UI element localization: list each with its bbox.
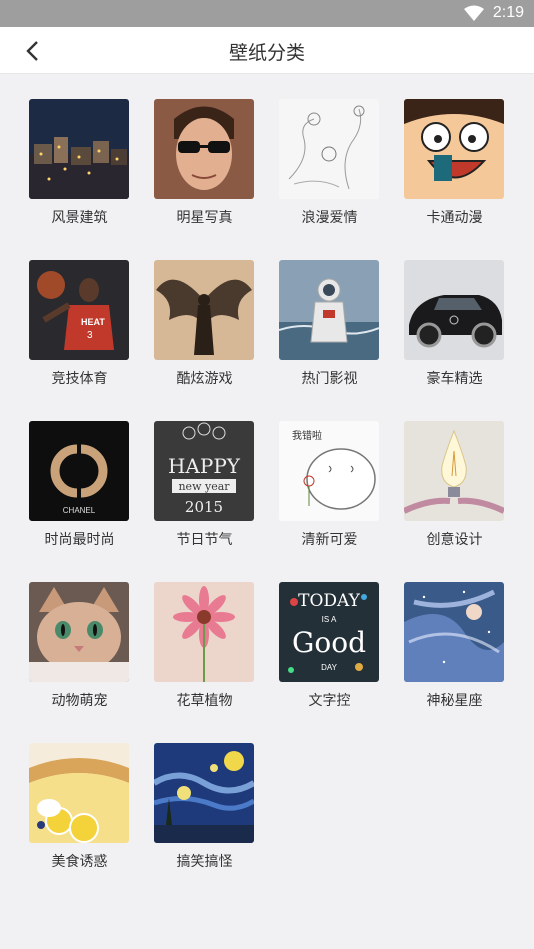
category-label: 热门影视 [301,371,358,387]
chanel-text: CHANEL [63,506,96,515]
thumbnail-sports-car [404,260,504,360]
category-tile-romance[interactable]: 浪漫爱情 [267,99,392,239]
thumbnail-cute-doodle: 我错啦 [279,421,379,521]
category-label: 浪漫爱情 [301,210,358,226]
thumbnail-chanel-logo: CHANEL [29,421,129,521]
category-tile-fashion[interactable]: CHANEL 时尚最时尚 [17,421,142,561]
status-bar: 2:19 [0,0,534,27]
category-tile-funny[interactable]: 搞笑搞怪 [142,743,267,883]
category-label: 文字控 [308,693,351,709]
thumbnail-cartoon-face [404,99,504,199]
category-label: 节日节气 [176,532,233,548]
category-tile-cute[interactable]: 我错啦 清新可爱 [267,421,392,561]
thumbnail-sketch-flowers [279,99,379,199]
category-label: 清新可爱 [301,532,358,548]
category-tile-games[interactable]: 酷炫游戏 [142,260,267,400]
thumbnail-kitten [29,582,129,682]
thumbnail-starry-night [154,743,254,843]
svg-text:3: 3 [87,330,93,341]
category-tile-movies[interactable]: 热门影视 [267,260,392,400]
category-label: 酷炫游戏 [176,371,233,387]
category-tile-scenery[interactable]: 风景建筑 [17,99,142,239]
page-title: 壁纸分类 [228,42,305,64]
thumbnail-light-bulb [404,421,504,521]
svg-text:HEAT: HEAT [81,317,105,327]
category-tile-design[interactable]: 创意设计 [392,421,517,561]
category-label: 搞笑搞怪 [176,854,233,870]
category-label: 卡通动漫 [426,210,483,226]
doodle-text: 我错啦 [292,429,322,442]
thumbnail-basketball-player: HEAT 3 [29,260,129,360]
category-label: 美食诱惑 [51,854,108,870]
category-label: 风景建筑 [51,210,108,226]
app-bar: 壁纸分类 [0,27,534,74]
category-tile-anime[interactable]: 卡通动漫 [392,99,517,239]
thumbnail-lemon-tart [29,743,129,843]
category-tile-food[interactable]: 美食诱惑 [17,743,142,883]
is-a-text: IS A [322,615,337,624]
good-text: Good [292,626,366,659]
thumbnail-today-is-good-day: TODAY IS A Good DAY [279,582,379,682]
thumbnail-zodiac-girl [404,582,504,682]
day-text: DAY [321,663,338,672]
thumbnail-astronaut [279,260,379,360]
thumbnail-night-town [29,99,129,199]
happy-text: HAPPY [168,454,241,478]
today-text: TODAY [298,591,360,611]
new-year-text: new year [178,480,230,493]
category-label: 时尚最时尚 [44,532,115,548]
status-time: 2:19 [492,4,524,21]
category-label: 豪车精选 [426,371,483,387]
wifi-icon [464,5,484,21]
year-text: 2015 [185,498,223,516]
category-label: 创意设计 [426,532,483,548]
category-label: 明星写真 [176,210,233,226]
category-tile-pets[interactable]: 动物萌宠 [17,582,142,722]
category-tile-cars[interactable]: 豪车精选 [392,260,517,400]
category-label: 竞技体育 [51,371,108,387]
category-label: 花草植物 [176,693,233,709]
thumbnail-man-sunglasses [154,99,254,199]
category-tile-plants[interactable]: 花草植物 [142,582,267,722]
category-label: 动物萌宠 [51,693,108,709]
category-tile-sports[interactable]: HEAT 3 竞技体育 [17,260,142,400]
category-label: 神秘星座 [426,693,483,709]
category-tile-typography[interactable]: TODAY IS A Good DAY 文字控 [267,582,392,722]
category-tile-celebrity[interactable]: 明星写真 [142,99,267,239]
thumbnail-happy-new-year: HAPPY new year 2015 [154,421,254,521]
thumbnail-winged-warrior [154,260,254,360]
category-tile-zodiac[interactable]: 神秘星座 [392,582,517,722]
thumbnail-pink-daisy [154,582,254,682]
category-tile-festival[interactable]: HAPPY new year 2015 节日节气 [142,421,267,561]
